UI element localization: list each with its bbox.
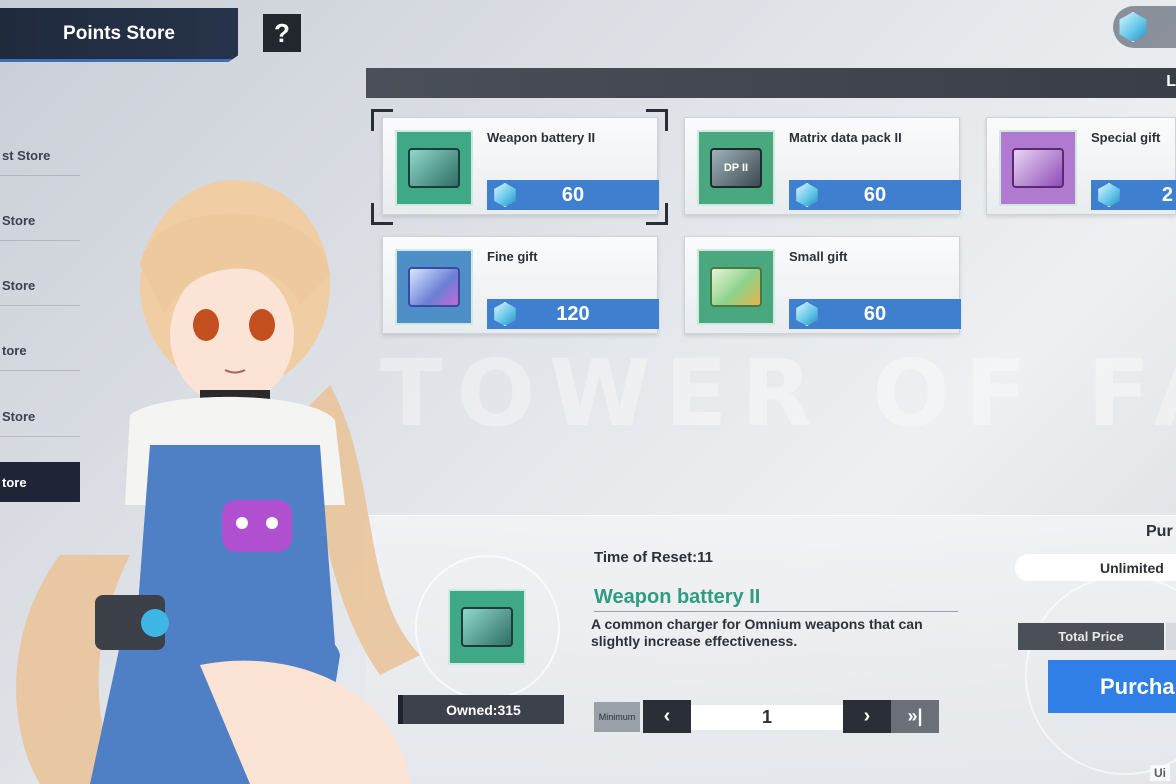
total-price-value (1166, 623, 1176, 650)
chevron-left-icon: ‹ (663, 705, 671, 727)
product-price: 120 (487, 299, 659, 329)
reset-time: Time of Reset:11 (594, 549, 713, 566)
purchase-limit: Unlimited (1015, 554, 1176, 581)
corner-watermark: Ui (1150, 765, 1170, 781)
product-card-matrix-data-pack[interactable]: DP II Matrix data pack II 60 (684, 117, 961, 215)
product-price: 60 (789, 180, 961, 210)
decrease-button[interactable]: ‹ (643, 700, 691, 733)
quantity-input[interactable]: 1 (691, 705, 843, 730)
crystal-icon (796, 183, 818, 207)
sidebar-item-1[interactable]: st Store (0, 136, 80, 176)
item-title: Weapon battery II (594, 586, 958, 612)
item-description: A common charger for Omnium weapons that… (591, 616, 923, 649)
header-strip-label: L (1166, 73, 1176, 90)
purchase-section-label: Pur (1146, 523, 1173, 540)
crystal-icon (796, 302, 818, 326)
total-price-label: Total Price (1018, 623, 1164, 650)
small-gift-icon (697, 249, 775, 325)
product-name: Weapon battery II (487, 130, 596, 145)
crystal-icon (1098, 183, 1120, 207)
chevron-right-icon: › (863, 705, 871, 727)
store-header-strip: L (366, 68, 1176, 98)
help-button[interactable]: ? (263, 14, 301, 52)
purchase-button[interactable]: Purcha (1048, 660, 1176, 713)
product-name: Matrix data pack II (789, 130, 902, 145)
page-title: Points Store (0, 8, 238, 62)
product-name: Small gift (789, 249, 848, 264)
product-price: 2 (1091, 180, 1176, 210)
crystal-icon (494, 183, 516, 207)
maximum-button[interactable]: »| (891, 700, 939, 733)
product-price: 60 (487, 180, 659, 210)
crystal-icon (1119, 12, 1147, 42)
skip-to-end-icon: »| (907, 706, 923, 726)
product-price: 60 (789, 299, 961, 329)
matrix-data-pack-icon: DP II (697, 130, 775, 206)
character-illustration (16, 180, 420, 784)
background-watermark: TOWER OF FANTASY (380, 340, 1176, 447)
minimum-button[interactable]: Minimum (594, 702, 640, 732)
increase-button[interactable]: › (843, 700, 891, 733)
product-name: Fine gift (487, 249, 538, 264)
product-card-small-gift[interactable]: Small gift 60 (684, 236, 961, 334)
crystal-icon (494, 302, 516, 326)
product-card-special-gift[interactable]: Special gift 2 (986, 117, 1176, 215)
special-gift-icon (999, 130, 1077, 206)
currency-display[interactable] (1113, 6, 1176, 48)
product-name: Special gift (1091, 130, 1161, 145)
